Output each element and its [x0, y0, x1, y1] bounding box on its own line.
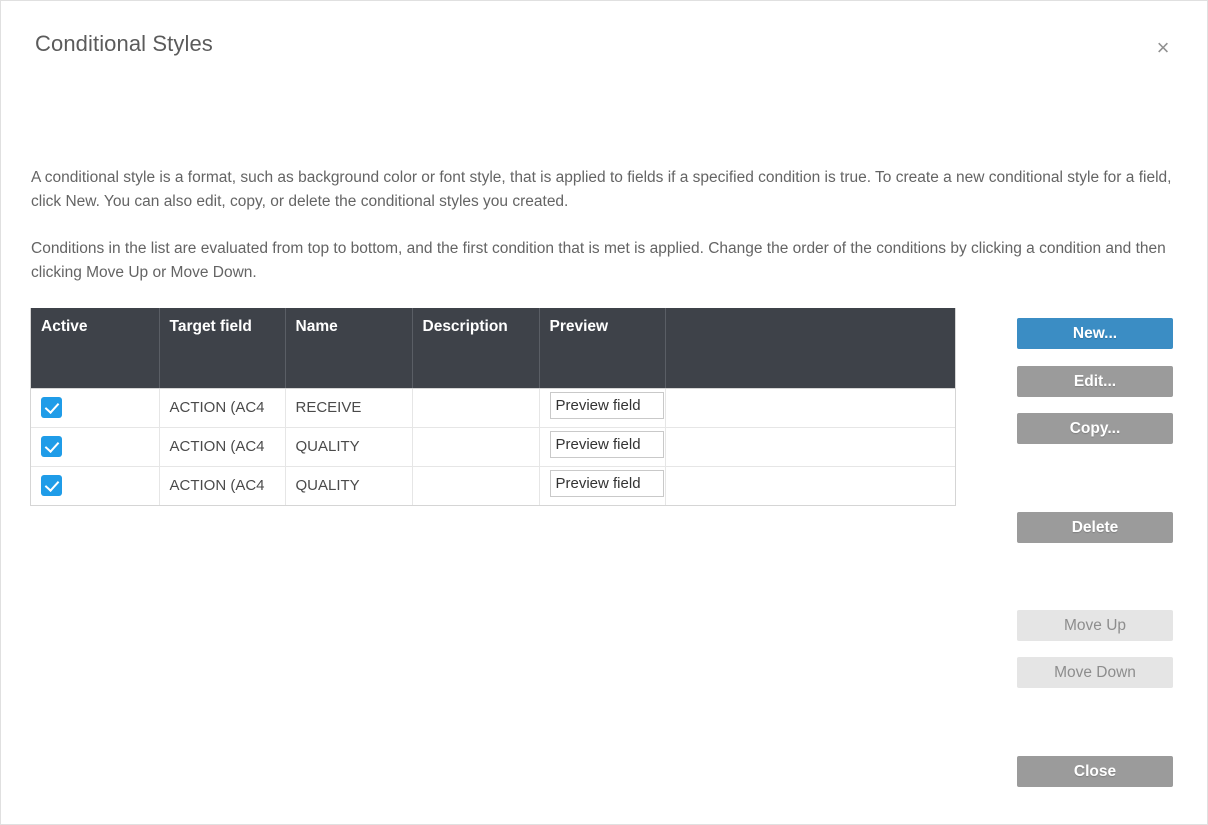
- page-title: Conditional Styles: [35, 31, 213, 56]
- cell-preview: Preview field: [539, 466, 666, 505]
- column-header-target-field[interactable]: Target field: [159, 308, 286, 389]
- cell-description: [412, 388, 540, 428]
- description-paragraph-1: A conditional style is a format, such as…: [31, 169, 1172, 210]
- cell-filler: [665, 466, 955, 505]
- cell-filler: [665, 427, 955, 467]
- cell-description: [412, 427, 540, 467]
- cell-description: [412, 466, 540, 505]
- cell-active: [31, 427, 160, 467]
- copy-button[interactable]: Copy...: [1017, 413, 1173, 444]
- active-checkbox[interactable]: [41, 436, 62, 457]
- active-checkbox[interactable]: [41, 397, 62, 418]
- close-button[interactable]: Close: [1017, 756, 1173, 787]
- delete-button[interactable]: Delete: [1017, 512, 1173, 543]
- cell-name: RECEIVE: [285, 388, 413, 428]
- cell-name: QUALITY: [285, 427, 413, 467]
- active-checkbox[interactable]: [41, 475, 62, 497]
- close-icon[interactable]: ×: [1147, 32, 1179, 64]
- cell-active: [31, 466, 160, 505]
- move-up-button[interactable]: Move Up: [1017, 610, 1173, 641]
- conditional-styles-table: Active Target field Name Description Pre…: [30, 308, 956, 506]
- cell-target-field: ACTION (AC4: [159, 388, 286, 428]
- table-row[interactable]: ACTION (AC4 QUALITY Preview field: [31, 466, 955, 505]
- cell-target-field: ACTION (AC4: [159, 466, 286, 505]
- column-header-filler: [665, 308, 955, 389]
- cell-preview: Preview field: [539, 427, 666, 467]
- table-row[interactable]: ACTION (AC4 QUALITY Preview field: [31, 427, 955, 467]
- cell-filler: [665, 388, 955, 428]
- cell-active: [31, 388, 160, 428]
- column-header-active[interactable]: Active: [31, 308, 160, 389]
- edit-button[interactable]: Edit...: [1017, 366, 1173, 397]
- description-paragraph-2: Conditions in the list are evaluated fro…: [31, 240, 1166, 281]
- cell-name: QUALITY: [285, 466, 413, 505]
- preview-field[interactable]: Preview field: [549, 392, 664, 419]
- column-header-preview[interactable]: Preview: [539, 308, 666, 389]
- column-header-description[interactable]: Description: [412, 308, 540, 389]
- table-row[interactable]: ACTION (AC4 RECEIVE Preview field: [31, 388, 955, 428]
- cell-target-field: ACTION (AC4: [159, 427, 286, 467]
- preview-field[interactable]: Preview field: [549, 431, 664, 458]
- table-header-row: Active Target field Name Description Pre…: [31, 308, 955, 389]
- cell-preview: Preview field: [539, 388, 666, 428]
- column-header-name[interactable]: Name: [285, 308, 413, 389]
- conditional-styles-dialog: Conditional Styles × A conditional style…: [0, 0, 1208, 825]
- preview-field[interactable]: Preview field: [549, 470, 664, 498]
- move-down-button[interactable]: Move Down: [1017, 657, 1173, 688]
- new-button[interactable]: New...: [1017, 318, 1173, 349]
